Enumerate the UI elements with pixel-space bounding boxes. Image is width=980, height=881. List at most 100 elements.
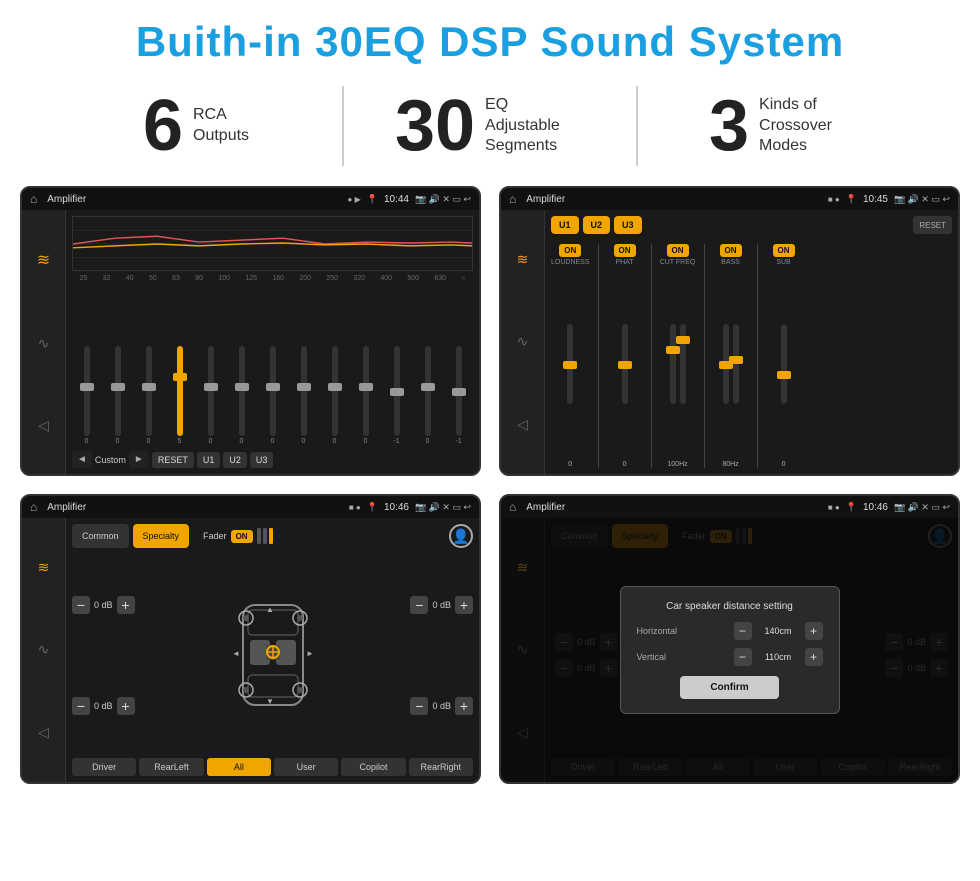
eq-slider-7[interactable]: 0: [289, 346, 318, 445]
divider-4: [757, 244, 758, 468]
rl-plus-btn[interactable]: +: [117, 697, 135, 715]
eq-icon-3[interactable]: ≋: [38, 559, 50, 576]
u1-btn-1[interactable]: U1: [197, 452, 221, 468]
bass-slider2[interactable]: [733, 324, 739, 404]
page-title: Buith-in 30EQ DSP Sound System: [0, 0, 980, 76]
confirm-button[interactable]: Confirm: [680, 676, 778, 699]
copilot-btn-3[interactable]: Copilot: [341, 758, 405, 776]
all-btn-3[interactable]: All: [207, 758, 271, 776]
horizontal-minus-btn[interactable]: −: [734, 622, 752, 640]
wave-icon-2[interactable]: ∿: [517, 333, 529, 350]
home-icon-2[interactable]: ⌂: [509, 192, 516, 206]
home-icon-4[interactable]: ⌂: [509, 500, 516, 514]
status-dots-3: ■ ●: [349, 503, 361, 512]
wave-icon-3[interactable]: ∿: [38, 641, 50, 658]
eq-slider-11[interactable]: 0: [413, 346, 442, 445]
home-icon-3[interactable]: ⌂: [30, 500, 37, 514]
loudness-toggle[interactable]: ON: [559, 244, 581, 257]
eq-graph: [72, 216, 473, 271]
side-panel-1: ≋ ∿ ◁: [22, 210, 66, 474]
sub-slider[interactable]: [781, 324, 787, 404]
eq-slider-9[interactable]: 0: [351, 346, 380, 445]
svg-text:◄: ◄: [232, 649, 240, 658]
sub-toggle[interactable]: ON: [773, 244, 795, 257]
u3-channel-btn[interactable]: U3: [614, 216, 642, 234]
vertical-ctrl: − 110cm +: [734, 648, 823, 666]
vertical-plus-btn[interactable]: +: [805, 648, 823, 666]
eq-icon-2[interactable]: ≋: [517, 251, 529, 268]
eq-slider-6[interactable]: 0: [258, 346, 287, 445]
stat-divider-2: [636, 86, 638, 166]
play-btn[interactable]: ►: [129, 451, 149, 468]
phat-col: ON PHAT 0: [607, 244, 643, 468]
reset-btn-2[interactable]: RESET: [913, 216, 952, 234]
rr-db-ctrl: − 0 dB +: [410, 697, 473, 715]
fl-plus-btn[interactable]: +: [117, 596, 135, 614]
home-icon-1[interactable]: ⌂: [30, 192, 37, 206]
rl-minus-btn[interactable]: −: [72, 697, 90, 715]
sub-col: ON SUB 0: [766, 244, 802, 468]
stat-crossover: 3 Kinds ofCrossover Modes: [648, 90, 920, 162]
eq-freq-labels: 25 32 40 50 63 80 100 125 160 200 250 32…: [72, 275, 473, 282]
eq-slider-1[interactable]: 0: [103, 346, 132, 445]
bass-toggle[interactable]: ON: [720, 244, 742, 257]
fr-db-ctrl: − 0 dB +: [410, 596, 473, 614]
loudness-label: LOUDNESS: [551, 259, 590, 266]
prev-preset-btn[interactable]: ◄: [72, 451, 92, 468]
eq-slider-3[interactable]: 5: [165, 346, 194, 445]
loudness-slider[interactable]: [567, 324, 573, 404]
eq-slider-10[interactable]: -1: [382, 346, 411, 445]
fr-minus-btn[interactable]: −: [410, 596, 428, 614]
status-dots-4: ■ ●: [828, 503, 840, 512]
eq-slider-5[interactable]: 0: [227, 346, 256, 445]
phat-slider[interactable]: [622, 324, 628, 404]
phat-toggle[interactable]: ON: [614, 244, 636, 257]
screen-dialog: ⌂ Amplifier ■ ● 📍 10:46 📷 🔊 ✕ ▭ ↩ ≋ ∿ ◁ …: [499, 494, 960, 784]
rearleft-btn-3[interactable]: RearLeft: [139, 758, 203, 776]
divider-1: [598, 244, 599, 468]
u2-btn-1[interactable]: U2: [223, 452, 247, 468]
rr-minus-btn[interactable]: −: [410, 697, 428, 715]
screen-amp: ⌂ Amplifier ■ ● 📍 10:45 📷 🔊 ✕ ▭ ↩ ≋ ∿ ◁ …: [499, 186, 960, 476]
specialty-tab[interactable]: Specialty: [133, 524, 190, 548]
rr-plus-btn[interactable]: +: [455, 697, 473, 715]
user-icon-3: 👤: [449, 524, 473, 548]
bass-slider[interactable]: [723, 324, 729, 404]
stat-rca: 6 RCAOutputs: [60, 90, 332, 162]
horizontal-ctrl: − 140cm +: [734, 622, 823, 640]
eq-slider-2[interactable]: 0: [134, 346, 163, 445]
status-time-4: 10:46: [863, 502, 888, 513]
cutfreq-toggle[interactable]: ON: [667, 244, 689, 257]
eq-slider-0[interactable]: 0: [72, 346, 101, 445]
amp-channels: U1 U2 U3 RESET: [551, 216, 952, 234]
driver-btn-3[interactable]: Driver: [72, 758, 136, 776]
side-panel-3: ≋ ∿ ◁: [22, 518, 66, 782]
fl-minus-btn[interactable]: −: [72, 596, 90, 614]
common-tab[interactable]: Common: [72, 524, 129, 548]
status-pin-2: 📍: [846, 194, 857, 205]
status-bar-3: ⌂ Amplifier ■ ● 📍 10:46 📷 🔊 ✕ ▭ ↩: [22, 496, 479, 518]
u3-btn-1[interactable]: U3: [250, 452, 274, 468]
eq-icon-1[interactable]: ≋: [37, 250, 50, 270]
reset-btn-1[interactable]: RESET: [152, 452, 194, 468]
speaker-icon-2[interactable]: ◁: [517, 416, 528, 433]
u1-channel-btn[interactable]: U1: [551, 216, 579, 234]
u2-channel-btn[interactable]: U2: [583, 216, 611, 234]
eq-slider-12[interactable]: -1: [444, 346, 473, 445]
fr-plus-btn[interactable]: +: [455, 596, 473, 614]
fader-toggle[interactable]: ON: [231, 530, 253, 543]
speaker-icon-1[interactable]: ◁: [38, 417, 49, 434]
status-title-4: Amplifier: [526, 502, 822, 513]
rearright-btn-3[interactable]: RearRight: [409, 758, 473, 776]
wave-icon-1[interactable]: ∿: [38, 335, 50, 352]
cutfreq-slider[interactable]: [670, 324, 676, 404]
cutfreq-slider2[interactable]: [680, 324, 686, 404]
horizontal-plus-btn[interactable]: +: [805, 622, 823, 640]
eq-slider-8[interactable]: 0: [320, 346, 349, 445]
eq-slider-4[interactable]: 0: [196, 346, 225, 445]
svg-text:▼: ▼: [266, 697, 274, 706]
speaker-icon-3[interactable]: ◁: [38, 724, 49, 741]
status-title-2: Amplifier: [526, 194, 822, 205]
vertical-minus-btn[interactable]: −: [734, 648, 752, 666]
user-btn-3[interactable]: User: [274, 758, 338, 776]
